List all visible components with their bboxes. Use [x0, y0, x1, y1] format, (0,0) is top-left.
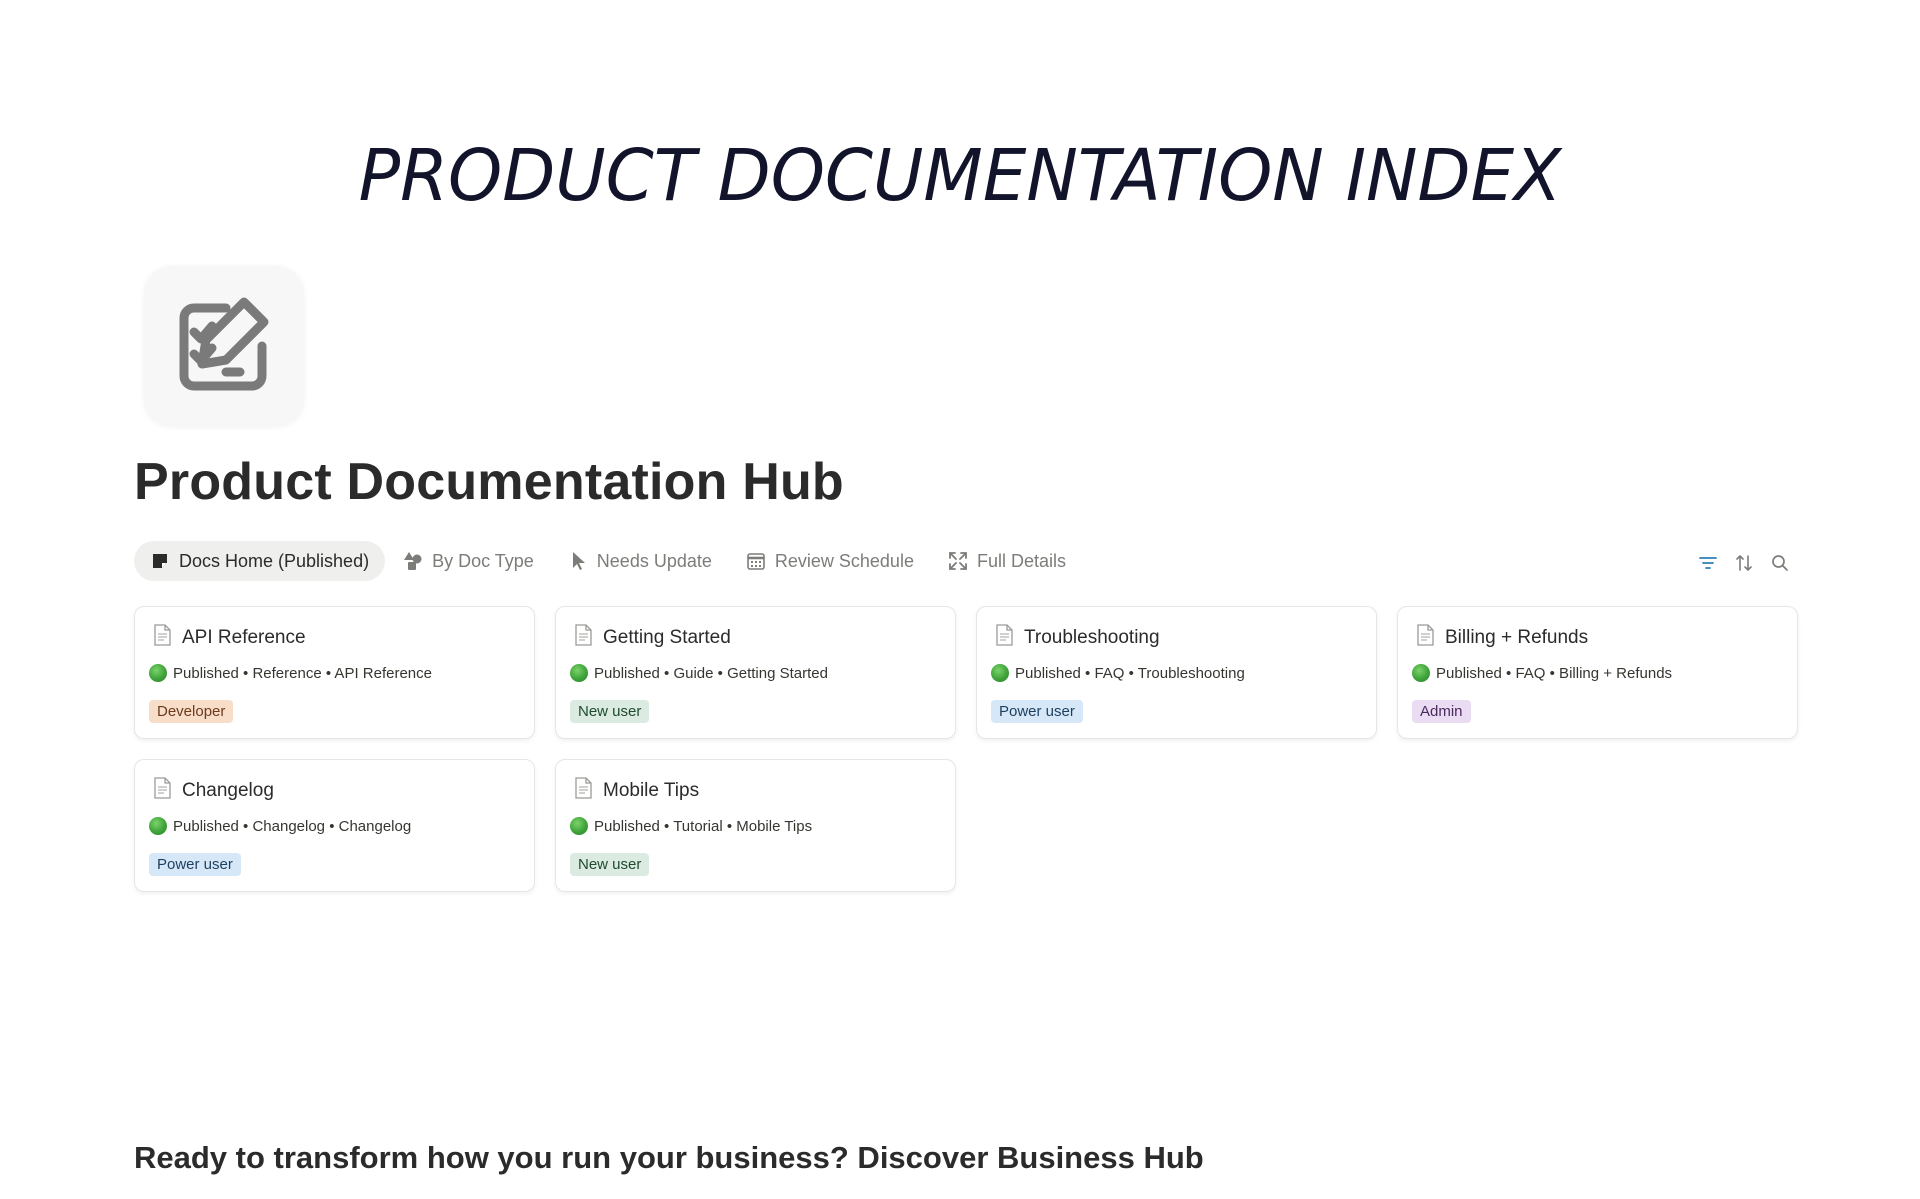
- card-title: Troubleshooting: [1024, 626, 1160, 648]
- page-banner: PRODUCT DOCUMENTATION INDEX: [0, 0, 1920, 250]
- doc-card[interactable]: Changelog Published • Changelog • Changel…: [134, 759, 535, 892]
- card-title: Changelog: [182, 779, 274, 801]
- doc-card[interactable]: Mobile Tips Published • Tutorial • Mobile…: [555, 759, 956, 892]
- calendar-icon: [746, 551, 766, 571]
- card-header: Mobile Tips: [573, 777, 699, 804]
- sort-icon[interactable]: [1732, 551, 1756, 575]
- status-dot-icon: [991, 664, 1009, 682]
- tab-review-schedule[interactable]: Review Schedule: [730, 541, 930, 581]
- card-meta: Published • FAQ • Billing + Refunds: [1412, 664, 1672, 682]
- card-header: Troubleshooting: [994, 624, 1160, 651]
- cursor-icon: [568, 551, 588, 571]
- note-icon: [150, 551, 170, 571]
- tab-label: Docs Home (Published): [179, 550, 370, 571]
- tab-by-doc-type[interactable]: By Doc Type: [387, 541, 550, 581]
- shapes-icon: [403, 551, 423, 571]
- view-toolbar: [1684, 551, 1792, 575]
- page-icon: [994, 624, 1024, 651]
- card-header: Getting Started: [573, 624, 731, 651]
- status-dot-icon: [570, 817, 588, 835]
- card-meta-text: Published • FAQ • Billing + Refunds: [1436, 664, 1673, 682]
- filter-icon[interactable]: [1696, 551, 1720, 575]
- card-meta-text: Published • Reference • API Reference: [173, 664, 432, 682]
- doc-card[interactable]: Getting Started Published • Guide • Getti…: [555, 606, 956, 739]
- doc-card[interactable]: Billing + Refunds Published • FAQ • Billi…: [1397, 606, 1798, 739]
- card-meta: Published • Guide • Getting Started: [570, 664, 828, 682]
- card-header: Changelog: [152, 777, 274, 804]
- card-title: API Reference: [182, 626, 306, 648]
- card-meta: Published • FAQ • Troubleshooting: [991, 664, 1245, 682]
- card-meta-text: Published • Tutorial • Mobile Tips: [594, 817, 813, 835]
- page-icon: [152, 624, 182, 651]
- banner-title: PRODUCT DOCUMENTATION INDEX: [358, 133, 1562, 217]
- card-meta-text: Published • FAQ • Troubleshooting: [1015, 664, 1245, 682]
- page-icon: [152, 777, 182, 804]
- promo-heading: Ready to transform how you run your busi…: [134, 1140, 1204, 1175]
- audience-tag: Power user: [149, 853, 241, 876]
- card-meta: Published • Tutorial • Mobile Tips: [570, 817, 812, 835]
- card-title: Getting Started: [603, 626, 731, 648]
- status-dot-icon: [570, 664, 588, 682]
- page-icon: [573, 624, 603, 651]
- audience-tag: Developer: [149, 700, 234, 723]
- audience-tag: Admin: [1412, 700, 1471, 723]
- search-icon[interactable]: [1768, 551, 1792, 575]
- expand-icon: [948, 551, 968, 571]
- status-dot-icon: [149, 817, 167, 835]
- page-icon: [573, 777, 603, 804]
- checklist-edit-icon[interactable]: [144, 266, 304, 426]
- card-title: Billing + Refunds: [1445, 626, 1589, 648]
- page-icon: [1415, 624, 1445, 651]
- tab-label: Full Details: [976, 550, 1066, 571]
- card-header: API Reference: [152, 624, 306, 651]
- tab-label: Review Schedule: [774, 550, 914, 571]
- tab-full-details[interactable]: Full Details: [932, 541, 1082, 581]
- status-dot-icon: [149, 664, 167, 682]
- card-title: Mobile Tips: [603, 779, 700, 801]
- card-meta-text: Published • Changelog • Changelog: [173, 817, 412, 835]
- doc-card[interactable]: Troubleshooting Published • FAQ • Trouble…: [976, 606, 1377, 739]
- tab-needs-update[interactable]: Needs Update: [552, 541, 728, 581]
- card-meta: Published • Reference • API Reference: [149, 664, 432, 682]
- tab-label: By Doc Type: [432, 550, 534, 571]
- tab-label: Needs Update: [596, 550, 712, 571]
- audience-tag: New user: [570, 700, 650, 723]
- card-meta: Published • Changelog • Changelog: [149, 817, 411, 835]
- status-dot-icon: [1412, 664, 1430, 682]
- docs-gallery: API Reference Published • Reference • API…: [134, 606, 1798, 892]
- card-meta-text: Published • Guide • Getting Started: [594, 664, 828, 682]
- tab-docs-home[interactable]: Docs Home (Published): [134, 541, 386, 581]
- page-title: Product Documentation Hub: [134, 453, 844, 511]
- card-header: Billing + Refunds: [1415, 624, 1588, 651]
- doc-card[interactable]: API Reference Published • Reference • API…: [134, 606, 535, 739]
- audience-tag: Power user: [991, 700, 1083, 723]
- view-tabs: Docs Home (Published) By Doc Type Needs …: [134, 541, 1084, 581]
- audience-tag: New user: [570, 853, 650, 876]
